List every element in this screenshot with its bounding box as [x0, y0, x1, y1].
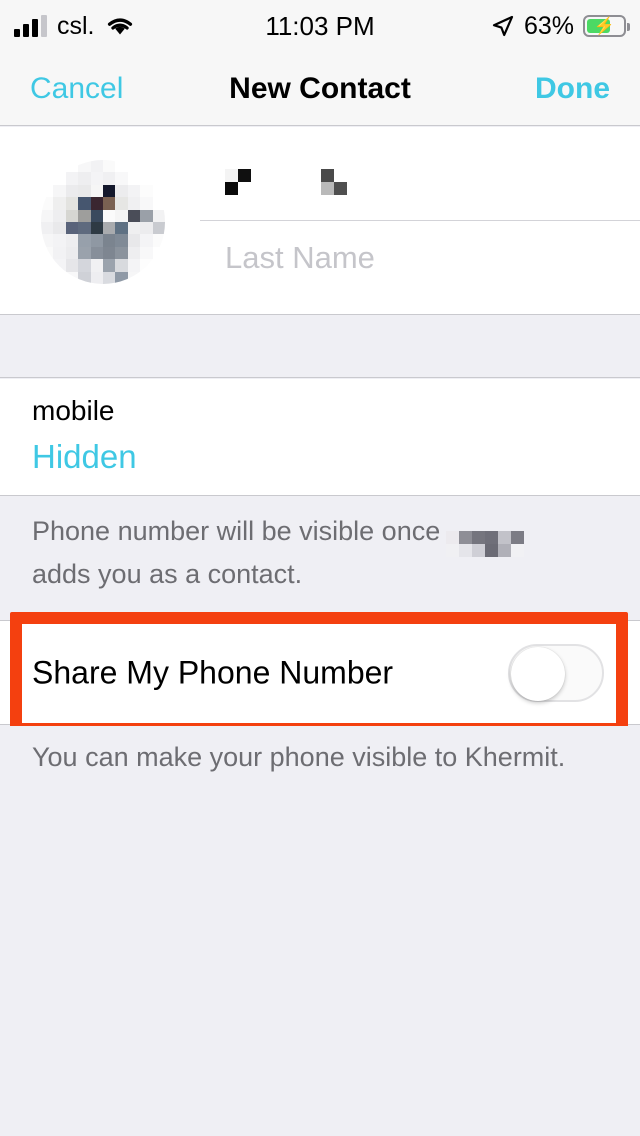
note-text-after: adds you as a contact. [32, 559, 303, 589]
location-arrow-icon [492, 15, 514, 37]
section-gap [0, 316, 640, 378]
note-text-before: Phone number will be visible once [32, 516, 441, 546]
share-my-phone-number-row[interactable]: Share My Phone Number [0, 620, 640, 725]
first-name-field[interactable] [200, 147, 640, 221]
contact-name-section: Last Name [0, 127, 640, 315]
redaction-block [321, 169, 347, 195]
phone-number-row[interactable]: mobile Hidden [0, 379, 640, 496]
navigation-bar: Cancel New Contact Done [0, 52, 640, 126]
share-my-phone-number-label: Share My Phone Number [32, 654, 394, 690]
redacted-contact-name [446, 531, 525, 557]
share-phone-note-text: You can make your phone visible to Kherm… [32, 742, 566, 772]
battery-charging-icon: ⚡ [583, 15, 630, 37]
first-name-redacted-value [225, 169, 347, 195]
avatar[interactable] [41, 160, 165, 284]
phone-number-value[interactable]: Hidden [32, 438, 137, 476]
iphone-screen: csl. 11:03 PM 63% ⚡ Cancel New Contact D… [0, 0, 640, 1136]
phone-visibility-note-text: Phone number will be visible once adds y… [32, 514, 607, 592]
redaction-block [225, 169, 251, 195]
clock-label: 11:03 PM [265, 10, 375, 41]
last-name-field[interactable]: Last Name [200, 221, 640, 294]
battery-percent-label: 63% [523, 11, 574, 40]
done-button[interactable]: Done [535, 72, 610, 106]
phone-visibility-note: Phone number will be visible once adds y… [0, 496, 640, 612]
toggle-knob [511, 646, 565, 701]
last-name-placeholder: Last Name [225, 239, 375, 275]
status-bar-right: 63% ⚡ [491, 0, 630, 52]
share-phone-toggle[interactable] [508, 643, 604, 702]
phone-type-label[interactable]: mobile [32, 395, 114, 427]
name-fields: Last Name [200, 147, 640, 294]
avatar-mosaic [41, 160, 165, 284]
share-phone-note: You can make your phone visible to Kherm… [0, 726, 640, 1136]
status-bar: csl. 11:03 PM 63% ⚡ [0, 0, 640, 52]
